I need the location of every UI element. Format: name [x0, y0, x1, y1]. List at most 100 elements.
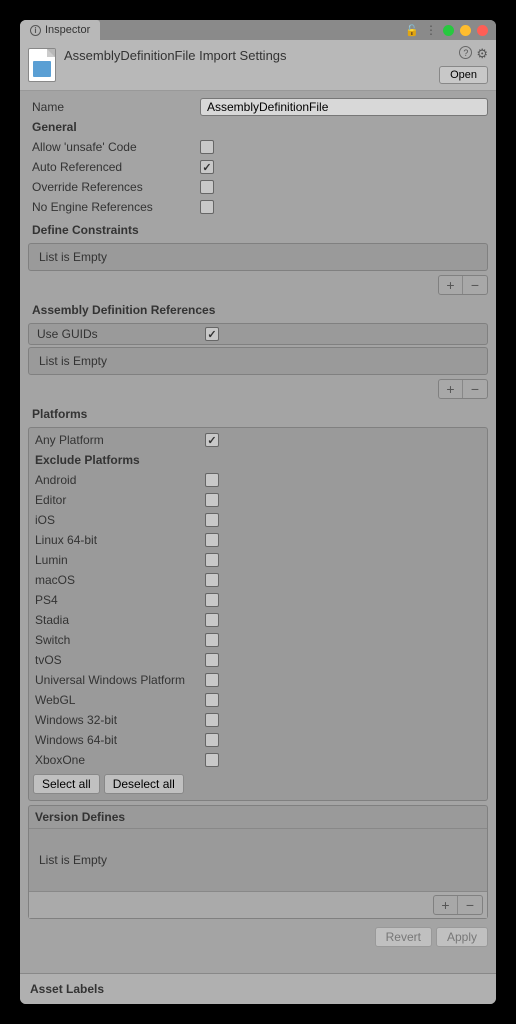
platform-checkbox[interactable] [205, 653, 219, 667]
asset-labels-section[interactable]: Asset Labels [20, 973, 496, 1004]
inspector-window: i Inspector 🔓 ⋮ AssemblyDefinitionFile I… [20, 20, 496, 1004]
name-label: Name [28, 100, 200, 114]
info-icon: i [30, 25, 41, 36]
platform-label: macOS [33, 573, 205, 587]
select-all-button[interactable]: Select all [33, 774, 100, 794]
platform-label: Editor [33, 493, 205, 507]
help-icon[interactable] [459, 46, 472, 59]
deselect-all-button[interactable]: Deselect all [104, 774, 184, 794]
platform-checkbox[interactable] [205, 633, 219, 647]
platform-row: Switch [29, 630, 487, 650]
platform-label: Universal Windows Platform [33, 673, 205, 687]
version-defines-box: Version Defines List is Empty + − [28, 805, 488, 919]
auto-referenced-label: Auto Referenced [28, 160, 200, 174]
assembly-refs-title: Assembly Definition References [28, 297, 488, 321]
override-refs-checkbox[interactable] [200, 180, 214, 194]
platform-checkbox[interactable] [205, 473, 219, 487]
platform-label: Windows 64-bit [33, 733, 205, 747]
tab-bar: i Inspector 🔓 ⋮ [20, 20, 496, 40]
use-guids-label: Use GUIDs [33, 327, 205, 341]
tab-inspector[interactable]: i Inspector [20, 20, 100, 40]
override-refs-label: Override References [28, 180, 200, 194]
platform-row: PS4 [29, 590, 487, 610]
platform-row: Lumin [29, 550, 487, 570]
auto-referenced-checkbox[interactable] [200, 160, 214, 174]
name-row: Name [28, 97, 488, 117]
open-button[interactable]: Open [439, 66, 488, 84]
platform-row: Linux 64-bit [29, 530, 487, 550]
allow-unsafe-row: Allow 'unsafe' Code [28, 137, 488, 157]
bottom-buttons: Revert Apply [28, 921, 488, 953]
assembly-refs-empty: List is Empty [29, 348, 487, 374]
platform-label: Switch [33, 633, 205, 647]
version-defines-empty: List is Empty [29, 829, 487, 891]
any-platform-label: Any Platform [33, 433, 205, 447]
kebab-menu-icon[interactable]: ⋮ [425, 23, 437, 37]
platforms-box: Any Platform Exclude Platforms Android Ed… [28, 427, 488, 801]
name-input[interactable] [200, 98, 488, 116]
platform-row: Editor [29, 490, 487, 510]
platform-checkbox[interactable] [205, 593, 219, 607]
no-engine-checkbox[interactable] [200, 200, 214, 214]
platform-checkbox[interactable] [205, 673, 219, 687]
remove-reference-button[interactable]: − [463, 380, 487, 398]
no-engine-label: No Engine References [28, 200, 200, 214]
platform-checkbox[interactable] [205, 713, 219, 727]
asmdef-file-icon [28, 48, 56, 82]
general-title: General [28, 120, 200, 134]
maximize-button[interactable] [460, 25, 471, 36]
platform-label: Windows 32-bit [33, 713, 205, 727]
exclude-platforms-title: Exclude Platforms [33, 453, 205, 467]
platform-row: macOS [29, 570, 487, 590]
platform-row: Stadia [29, 610, 487, 630]
platform-label: iOS [33, 513, 205, 527]
platform-checkbox[interactable] [205, 573, 219, 587]
header-title: AssemblyDefinitionFile Import Settings [64, 46, 431, 63]
allow-unsafe-checkbox[interactable] [200, 140, 214, 154]
platform-label: tvOS [33, 653, 205, 667]
platform-row: Android [29, 470, 487, 490]
define-constraints-empty: List is Empty [29, 244, 487, 270]
platform-label: Stadia [33, 613, 205, 627]
assembly-refs-list: List is Empty [28, 347, 488, 375]
platform-checkbox[interactable] [205, 613, 219, 627]
platform-checkbox[interactable] [205, 513, 219, 527]
auto-referenced-row: Auto Referenced [28, 157, 488, 177]
platforms-list: Android Editor iOS Linux 64-bit Lumin macOS PS… [29, 470, 487, 770]
header-right: Open [439, 46, 488, 84]
close-button[interactable] [477, 25, 488, 36]
apply-button[interactable]: Apply [436, 927, 488, 947]
platform-row: XboxOne [29, 750, 487, 770]
minimize-button[interactable] [443, 25, 454, 36]
platform-checkbox[interactable] [205, 693, 219, 707]
platform-checkbox[interactable] [205, 733, 219, 747]
define-constraints-footer: + − [28, 273, 488, 297]
platform-checkbox[interactable] [205, 553, 219, 567]
platform-row: tvOS [29, 650, 487, 670]
inspector-body: Name General Allow 'unsafe' Code Auto Re… [20, 91, 496, 973]
use-guids-checkbox[interactable] [205, 327, 219, 341]
platforms-title: Platforms [28, 401, 488, 425]
platform-checkbox[interactable] [205, 493, 219, 507]
any-platform-checkbox[interactable] [205, 433, 219, 447]
add-reference-button[interactable]: + [439, 380, 463, 398]
gear-icon[interactable] [476, 46, 488, 62]
platform-label: Android [33, 473, 205, 487]
platform-label: Linux 64-bit [33, 533, 205, 547]
remove-version-define-button[interactable]: − [458, 896, 482, 914]
add-constraint-button[interactable]: + [439, 276, 463, 294]
platform-checkbox[interactable] [205, 533, 219, 547]
platform-row: iOS [29, 510, 487, 530]
lock-icon[interactable]: 🔓 [405, 24, 419, 37]
no-engine-row: No Engine References [28, 197, 488, 217]
platform-label: WebGL [33, 693, 205, 707]
revert-button[interactable]: Revert [375, 927, 432, 947]
inspector-header: AssemblyDefinitionFile Import Settings O… [20, 40, 496, 91]
remove-constraint-button[interactable]: − [463, 276, 487, 294]
version-defines-title: Version Defines [29, 806, 487, 829]
platform-row: Windows 64-bit [29, 730, 487, 750]
add-version-define-button[interactable]: + [434, 896, 458, 914]
override-refs-row: Override References [28, 177, 488, 197]
platform-checkbox[interactable] [205, 753, 219, 767]
tabbar-right: 🔓 ⋮ [405, 23, 496, 37]
